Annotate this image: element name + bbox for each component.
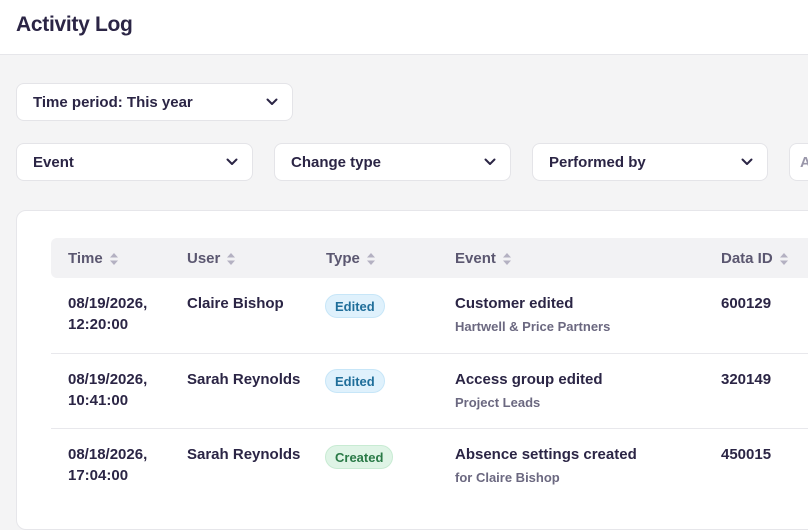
- change-type-dropdown[interactable]: Change type: [274, 143, 511, 181]
- sort-icon: [502, 252, 511, 265]
- sort-icon: [366, 252, 375, 265]
- chevron-down-icon: [741, 158, 753, 165]
- row-time: 12:20:00: [68, 316, 129, 333]
- row-event: Customer edited: [455, 295, 574, 312]
- column-header-time[interactable]: Time: [68, 250, 118, 267]
- extra-filter-label: A: [800, 153, 808, 171]
- event-filter-label: Event: [33, 153, 74, 171]
- row-data-id: 450015: [721, 446, 772, 463]
- change-type-label: Change type: [291, 153, 382, 171]
- extra-filter-dropdown[interactable]: A: [789, 143, 808, 181]
- time-period-dropdown[interactable]: Time period: This year: [16, 83, 293, 121]
- column-header-data-id[interactable]: Data ID: [721, 250, 788, 267]
- chevron-down-icon: [226, 158, 238, 165]
- time-period-label: Time period: This year: [33, 93, 193, 111]
- row-event-detail: Project Leads: [455, 395, 541, 410]
- performed-by-dropdown[interactable]: Performed by: [532, 143, 768, 181]
- performed-by-label: Performed by: [549, 153, 646, 171]
- table-header: [51, 238, 808, 278]
- row-user: Sarah Reynolds: [187, 446, 301, 463]
- row-date: 08/19/2026,: [68, 295, 148, 312]
- row-date: 08/19/2026,: [68, 371, 148, 388]
- type-badge: Edited: [325, 294, 385, 318]
- row-user: Claire Bishop: [187, 295, 284, 312]
- sort-icon: [227, 252, 236, 265]
- row-divider: [51, 428, 808, 429]
- row-event-detail: for Claire Bishop: [455, 470, 560, 485]
- chevron-down-icon: [266, 98, 278, 105]
- column-header-user[interactable]: User: [187, 250, 236, 267]
- row-data-id: 600129: [721, 295, 772, 312]
- row-event-detail: Hartwell & Price Partners: [455, 319, 611, 334]
- row-event: Access group edited: [455, 371, 603, 388]
- column-header-type[interactable]: Type: [326, 250, 375, 267]
- chevron-down-icon: [484, 158, 496, 165]
- column-header-event[interactable]: Event: [455, 250, 511, 267]
- row-data-id: 320149: [721, 371, 772, 388]
- type-badge: Edited: [325, 369, 385, 393]
- row-date: 08/18/2026,: [68, 446, 148, 463]
- sort-icon: [109, 252, 118, 265]
- type-badge: Created: [325, 445, 394, 469]
- event-filter-dropdown[interactable]: Event: [16, 143, 253, 181]
- page-title: Activity Log: [16, 13, 133, 36]
- sort-icon: [779, 252, 788, 265]
- row-time: 17:04:00: [68, 467, 129, 484]
- page-header: Activity Log: [0, 0, 808, 55]
- row-user: Sarah Reynolds: [187, 371, 301, 388]
- row-event: Absence settings created: [455, 446, 637, 463]
- row-divider: [51, 353, 808, 354]
- row-time: 10:41:00: [68, 392, 129, 409]
